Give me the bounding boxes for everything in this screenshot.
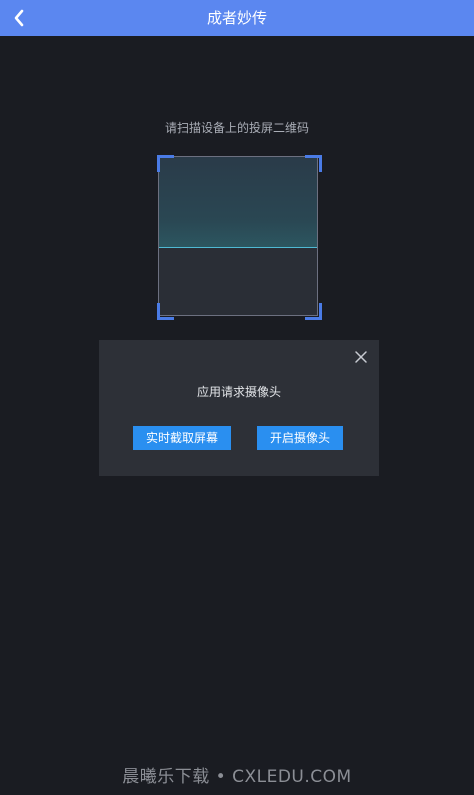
open-camera-button[interactable]: 开启摄像头 bbox=[257, 426, 343, 450]
close-icon[interactable] bbox=[353, 349, 369, 365]
scan-line bbox=[159, 157, 317, 248]
scan-corner-bottom-right bbox=[305, 303, 322, 320]
scan-corner-bottom-left bbox=[157, 303, 174, 320]
qr-scan-frame bbox=[158, 156, 318, 316]
scan-hint: 请扫描设备上的投屏二维码 bbox=[164, 121, 309, 135]
scan-corner-top-left bbox=[157, 155, 174, 172]
page-title: 成者妙传 bbox=[206, 9, 267, 27]
scan-corner-top-right bbox=[305, 155, 322, 172]
dialog-message: 应用请求摄像头 bbox=[196, 385, 281, 399]
camera-permission-dialog: 应用请求摄像头 实时截取屏幕 开启摄像头 bbox=[99, 340, 379, 476]
dialog-close-button[interactable] bbox=[353, 349, 369, 365]
watermark-text: 晨曦乐下载 • CXLEDU.COM bbox=[122, 767, 352, 787]
app-header: 成者妙传 bbox=[0, 0, 474, 36]
capture-screen-button[interactable]: 实时截取屏幕 bbox=[133, 426, 231, 450]
